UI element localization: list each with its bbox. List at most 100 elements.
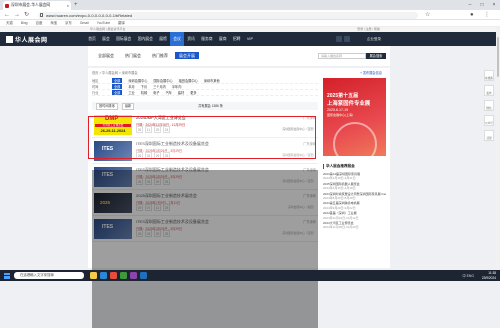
tool-back-to-top[interactable]: 顶部: [484, 130, 494, 141]
word-icon[interactable]: [140, 272, 147, 279]
tool-wechat[interactable]: 微信: [484, 100, 494, 111]
expo-thumbnail[interactable]: DMP 大湾区工业博览会 26-29-11-2024: [94, 115, 132, 135]
expo-list-item[interactable]: DMP 大湾区工业博览会 26-29-11-2024 2024DMP大湾区工业博…: [92, 112, 318, 138]
filter-option[interactable]: 下月: [141, 84, 147, 89]
filter-option[interactable]: 三个月内: [153, 84, 166, 89]
reload-icon[interactable]: ↻: [24, 11, 29, 19]
filter-option[interactable]: 建材: [178, 90, 184, 95]
nav-item[interactable]: 服务商: [198, 32, 216, 46]
windows-start-icon[interactable]: [4, 272, 10, 279]
nav-item[interactable]: 展馆: [156, 32, 170, 46]
nav-item[interactable]: 国际展会: [113, 32, 135, 46]
browser-tab[interactable]: 深圳市展会-华人展会网 ×: [3, 1, 71, 10]
filter-more[interactable]: 更多: [190, 90, 196, 95]
taskbar-search[interactable]: 在這裡輸入文字來搜尋: [14, 272, 84, 279]
expo-search-button[interactable]: 展会搜索: [366, 53, 386, 59]
site-logo[interactable]: 华人展会网: [6, 35, 48, 44]
close-window-icon[interactable]: ×: [488, 0, 500, 10]
expo-title[interactable]: ITES深圳国际工业制造技术及设备展览会: [136, 219, 209, 225]
maximize-icon[interactable]: □: [476, 0, 488, 10]
count-cell: 03: [145, 178, 152, 185]
nav-item[interactable]: 资讯: [184, 32, 198, 46]
fastener-expo-ad-banner[interactable]: 2025第十五届 上海紧固件专业展 2025.6.17-19 国家会展中心(上海…: [323, 78, 386, 156]
tab-all-expos[interactable]: 全部展会: [94, 52, 118, 59]
tool-publish[interactable]: 发布: [484, 85, 494, 96]
nav-item[interactable]: 展商: [216, 32, 230, 46]
tab-opening-expos[interactable]: 展会开展: [175, 52, 199, 59]
expo-thumbnail[interactable]: 2025: [94, 193, 132, 213]
bookmark-item[interactable]: 百度: [36, 20, 43, 26]
bookmark-item[interactable]: Gmail: [80, 20, 89, 26]
filter-option[interactable]: 机械: [141, 90, 147, 95]
filter-option[interactable]: 全部: [112, 84, 123, 89]
filter-option[interactable]: 全部: [112, 90, 123, 95]
publish-expo-link[interactable]: + 发布展会信息: [360, 70, 382, 75]
filter-option[interactable]: 国际会展中心: [154, 78, 173, 83]
order-select[interactable]: 最新: [121, 103, 135, 110]
scrollbar-thumb[interactable]: [496, 37, 500, 77]
filter-option[interactable]: 福田会展中心: [179, 78, 198, 83]
expo-list-item[interactable]: ITES ITES深圳国际工业制造技术及设备展览会 日期：2025年3月26日 …: [92, 216, 318, 242]
filter-option[interactable]: 工业: [128, 90, 134, 95]
filter-option[interactable]: 汽车: [166, 90, 172, 95]
expo-location: 广东深圳: [303, 194, 316, 198]
forward-icon[interactable]: →: [14, 11, 20, 19]
new-tab-button[interactable]: +: [74, 1, 78, 9]
filter-option[interactable]: 深圳会展中心: [128, 78, 147, 83]
sort-select[interactable]: 按时间排序: [96, 103, 118, 110]
bookmark-item[interactable]: 淘宝: [50, 20, 57, 26]
back-icon[interactable]: ←: [4, 11, 10, 19]
filter-option[interactable]: 电子: [153, 90, 159, 95]
main-content: 首页 > 华人展会网 > 深圳市展会 + 发布展会信息 地区 全部 深圳会展中心…: [88, 68, 390, 328]
page-scrollbar[interactable]: [496, 27, 500, 270]
filter-option[interactable]: 半年内: [172, 84, 182, 89]
nav-item-active[interactable]: 会议: [170, 32, 184, 46]
login-link[interactable]: 企业登录: [367, 37, 381, 42]
countdown: 26 03 29 25: [136, 178, 170, 185]
expo-thumbnail[interactable]: ITES: [94, 167, 132, 187]
tray-lang[interactable]: 中 ENG: [462, 273, 474, 278]
expo-thumbnail[interactable]: ITES: [94, 219, 132, 239]
url-field[interactable]: www.huaren.com/expo-0-0-0-0-0-0-0-1/bRel…: [38, 11, 418, 19]
expo-list-item[interactable]: ITES ITES深圳国际工业制造技术及设备展览会 日期：2025年3月26日 …: [92, 138, 318, 164]
app-icon[interactable]: [120, 272, 127, 279]
expo-thumbnail[interactable]: ITES: [94, 141, 132, 161]
bookmark-item[interactable]: 京东: [65, 20, 72, 26]
expo-title[interactable]: ITES深圳国际工业制造技术及设备展览会: [136, 141, 209, 147]
countdown: 26 11 29 24: [136, 126, 170, 133]
star-icon[interactable]: ☆: [425, 11, 430, 19]
clock[interactable]: 11:38 23/9/2024: [482, 271, 496, 280]
expo-title[interactable]: 2025深圳国际工业制造技术展览会: [136, 193, 197, 199]
message-icon[interactable]: [344, 36, 350, 42]
tool-official-account[interactable]: 公众号: [484, 115, 494, 126]
bookmark-item[interactable]: 翻译: [118, 20, 125, 26]
bookmark-item[interactable]: YouTube: [97, 20, 110, 26]
nav-item[interactable]: 国内展会: [135, 32, 157, 46]
expo-search-input[interactable]: 请输入展会名称: [318, 53, 366, 59]
expo-list-item[interactable]: ITES ITES深圳国际工业制造技术及设备展览会 日期：2025年3月26日 …: [92, 164, 318, 190]
app-icon[interactable]: [130, 272, 137, 279]
expo-title[interactable]: ITES深圳国际工业制造技术及设备展览会: [136, 167, 209, 173]
nav-item[interactable]: 展会: [99, 32, 113, 46]
edge-icon[interactable]: [100, 272, 107, 279]
chrome-icon[interactable]: [110, 272, 117, 279]
minimize-icon[interactable]: –: [464, 0, 476, 10]
expo-list-item[interactable]: 2025 2025深圳国际工业制造技术展览会 日期：2025年7月9日 - 7月…: [92, 190, 318, 216]
nav-item[interactable]: VIP: [244, 32, 257, 46]
tool-customer-service[interactable]: 在线客服: [484, 70, 494, 96]
filter-option[interactable]: 深圳市其他: [204, 78, 220, 83]
bookmark-item[interactable]: Bing: [21, 20, 28, 26]
user-icon[interactable]: [336, 36, 342, 42]
filter-option[interactable]: 全部: [112, 78, 123, 83]
profile-icon[interactable]: ●: [470, 11, 474, 19]
nav-item[interactable]: 招聘: [230, 32, 244, 46]
menu-icon[interactable]: ⋮: [484, 11, 490, 19]
close-tab-icon[interactable]: ×: [67, 1, 69, 10]
filter-option[interactable]: 本月: [128, 84, 134, 89]
tab-hot-expos[interactable]: 热门展会: [121, 52, 145, 59]
expo-title[interactable]: 2024DMP大湾区工业博览会: [136, 115, 186, 121]
tab-hot-recommend[interactable]: 热门推荐: [148, 52, 172, 59]
bookmark-item[interactable]: 天猫: [6, 20, 13, 26]
nav-item[interactable]: 首页: [85, 32, 99, 46]
file-explorer-icon[interactable]: [90, 272, 97, 279]
